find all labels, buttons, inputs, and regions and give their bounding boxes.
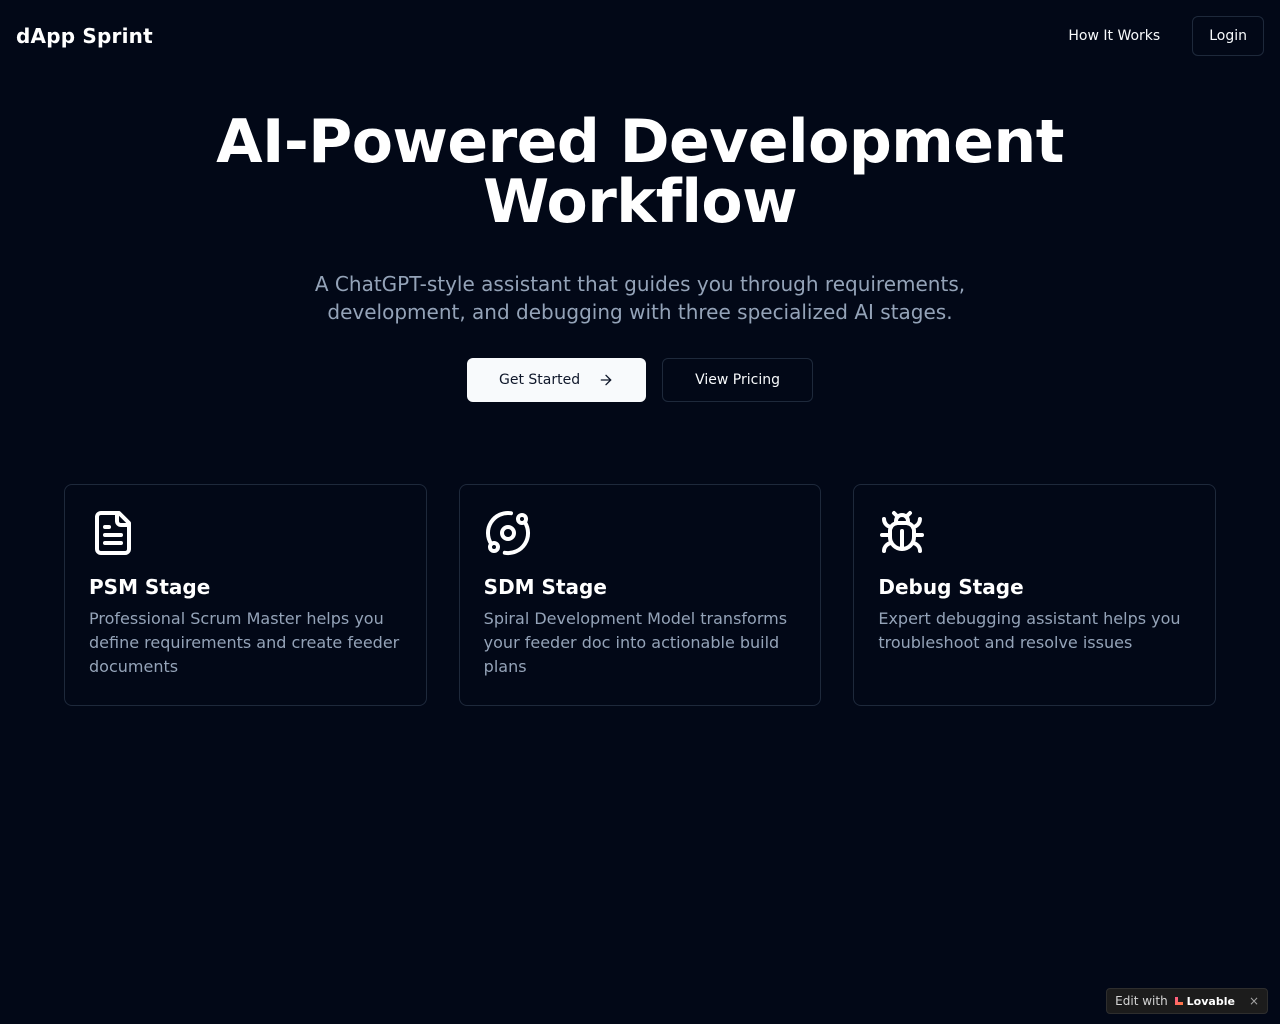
card-description: Professional Scrum Master helps you defi… xyxy=(89,609,400,676)
badge-brand-label: Lovable xyxy=(1186,994,1235,1008)
badge-prefix: Edit with xyxy=(1115,994,1168,1008)
orbit-icon xyxy=(485,510,530,556)
arrow-right-icon xyxy=(600,374,612,386)
close-icon[interactable]: × xyxy=(1249,994,1259,1008)
card-psm-stage: PSM Stage Professional Scrum Master help… xyxy=(64,484,427,706)
cta-row: Get Started View Pricing xyxy=(467,358,813,402)
top-nav-bar: dApp Sprint How It Works Login xyxy=(0,0,1280,72)
document-icon xyxy=(95,511,131,555)
header-nav: How It Works Login xyxy=(1052,16,1264,56)
bug-icon xyxy=(880,511,925,553)
hero-section: AI-Powered Development Workflow A ChatGP… xyxy=(0,112,1280,402)
edit-with-lovable-badge[interactable]: Edit with Lovable × xyxy=(1106,988,1268,1014)
get-started-button[interactable]: Get Started xyxy=(467,358,647,402)
card-title: PSM Stage xyxy=(89,575,211,599)
view-pricing-button[interactable]: View Pricing xyxy=(662,358,813,402)
login-button[interactable]: Login xyxy=(1192,16,1264,56)
card-title: SDM Stage xyxy=(483,575,607,599)
brand-logo-text[interactable]: dApp Sprint xyxy=(16,24,153,48)
get-started-label: Get Started xyxy=(499,372,581,388)
card-description: Spiral Development Model transforms your… xyxy=(483,609,788,676)
hero-title: AI-Powered Development Workflow xyxy=(216,107,1064,237)
card-title: Debug Stage xyxy=(878,575,1024,599)
how-it-works-link[interactable]: How It Works xyxy=(1052,18,1176,54)
stage-cards: PSM Stage Professional Scrum Master help… xyxy=(64,484,1217,706)
card-sdm-stage: SDM Stage Spiral Development Model trans… xyxy=(458,484,822,706)
hero-subtitle: A ChatGPT-style assistant that guides yo… xyxy=(314,272,966,324)
lovable-logo: Lovable xyxy=(1174,995,1235,1008)
heart-icon xyxy=(1174,997,1183,1005)
card-debug-stage: Debug Stage Expert debugging assistant h… xyxy=(853,484,1217,706)
card-description: Expert debugging assistant helps you tro… xyxy=(878,609,1181,652)
